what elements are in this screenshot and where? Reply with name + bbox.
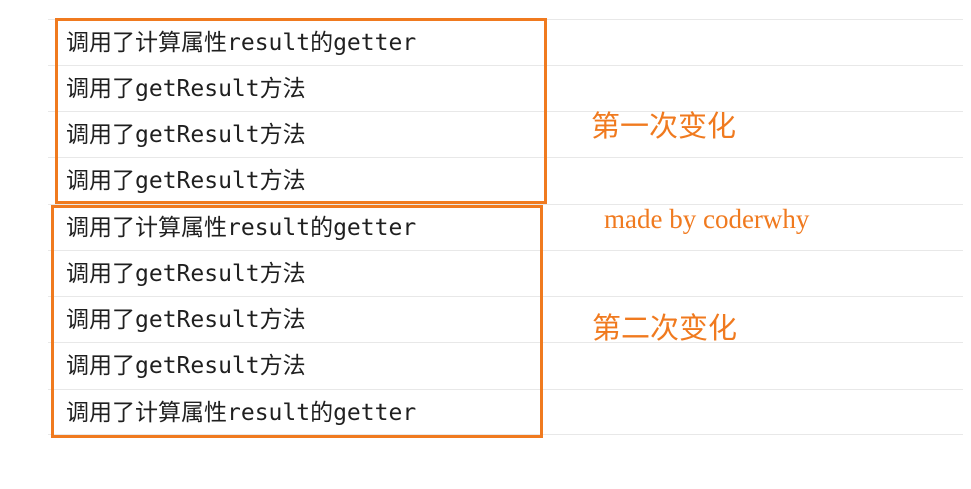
credit-label: made by coderwhy [604,204,810,234]
first-change-highlight-box [55,18,547,204]
second-change-label: 第二次变化 [592,311,738,345]
first-change-label: 第一次变化 [591,109,737,143]
second-change-highlight-box [51,205,543,438]
